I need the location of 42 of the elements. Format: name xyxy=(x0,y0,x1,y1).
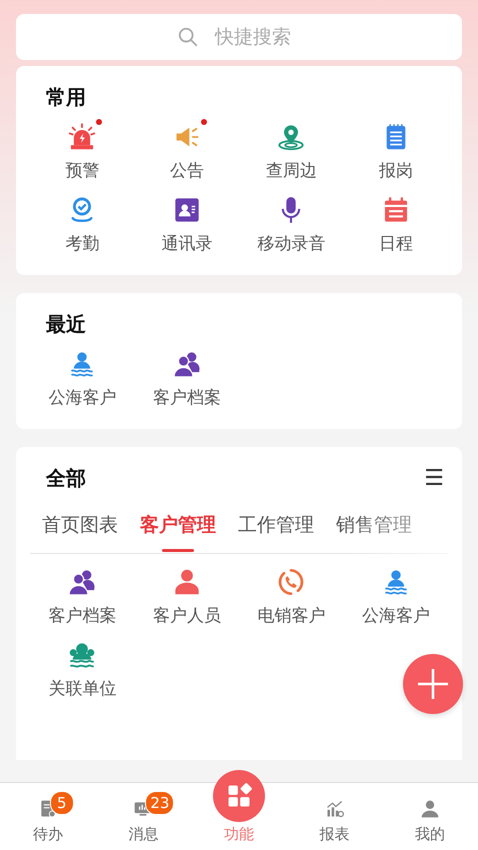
function-label[interactable]: 关联单位 xyxy=(48,677,116,700)
function-label[interactable]: 电销客户 xyxy=(257,604,326,627)
location-pin-icon xyxy=(277,123,306,151)
people-icon xyxy=(68,568,96,596)
function-label[interactable]: 公告 xyxy=(170,159,204,182)
people-waves-icon xyxy=(68,641,96,669)
section-title: 最近 xyxy=(45,311,87,338)
function-label[interactable]: 客户档案 xyxy=(48,604,116,627)
function-label[interactable]: 查周边 xyxy=(266,159,317,182)
chart-icon xyxy=(324,799,345,819)
function-label[interactable]: 公海客户 xyxy=(362,604,430,627)
person-icon xyxy=(172,568,201,596)
nav-tab[interactable]: 5 待办 xyxy=(0,783,96,850)
category-tab[interactable]: 销售管理 xyxy=(336,512,412,552)
search-field[interactable]: 快捷搜索 xyxy=(16,14,462,60)
search-icon xyxy=(177,26,199,48)
phone-icon xyxy=(277,568,306,596)
function-label[interactable]: 移动录音 xyxy=(257,232,326,255)
people-icon xyxy=(172,350,201,378)
nav-tab[interactable]: 报表 xyxy=(286,783,382,850)
user-icon xyxy=(420,799,440,819)
plus-icon xyxy=(417,668,449,700)
function-label[interactable]: 日程 xyxy=(378,232,413,255)
function-label[interactable]: 考勤 xyxy=(65,232,100,255)
function-label[interactable]: 报岗 xyxy=(378,159,413,182)
nav-tab[interactable]: 我的 xyxy=(382,783,478,850)
category-tab[interactable]: 客户管理 xyxy=(140,512,216,552)
function-label[interactable]: 客户档案 xyxy=(152,386,221,409)
menu-icon[interactable]: ☰ xyxy=(424,466,448,491)
count-badge: 5 xyxy=(50,791,74,815)
function-label[interactable]: 预警 xyxy=(65,159,100,182)
category-tab[interactable]: 工作管理 xyxy=(238,512,314,552)
section-title: 全部 xyxy=(44,465,86,492)
count-badge: 23 xyxy=(145,791,174,815)
section-title: 常用 xyxy=(45,84,87,111)
function-label[interactable]: 客户人员 xyxy=(152,604,221,627)
function-label[interactable]: 通讯录 xyxy=(161,232,212,255)
nav-tab[interactable]: 23 消息 xyxy=(96,783,192,850)
category-tab[interactable]: 首页图表 xyxy=(42,512,118,552)
function-label[interactable]: 公海客户 xyxy=(48,386,116,409)
siren-icon xyxy=(68,123,96,151)
contact-card-icon xyxy=(172,196,201,224)
